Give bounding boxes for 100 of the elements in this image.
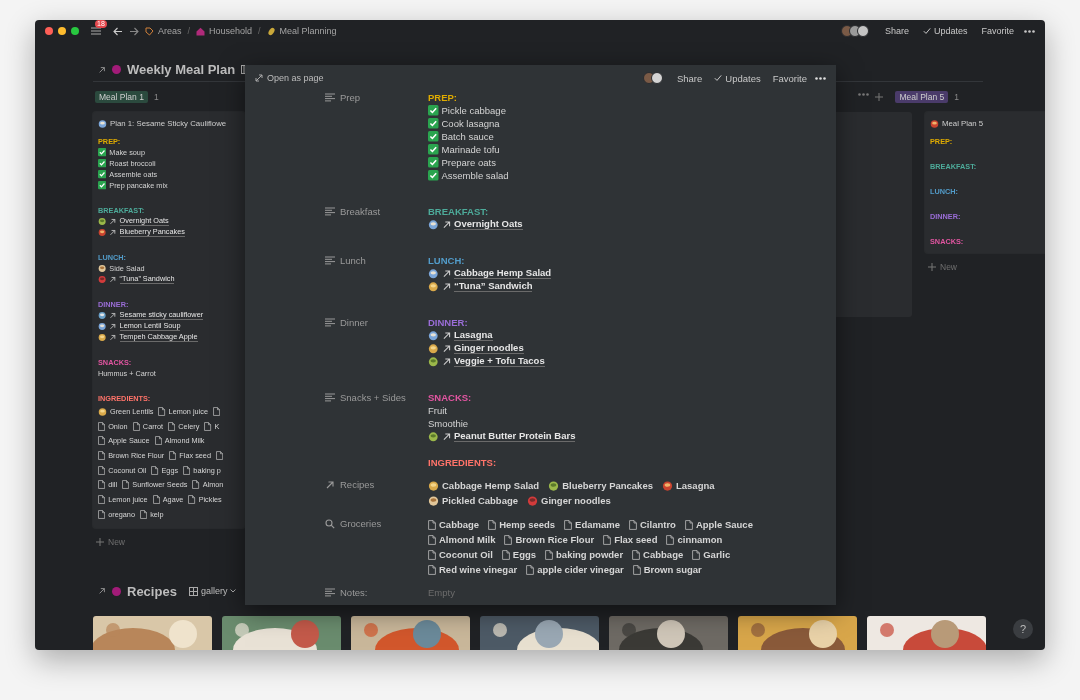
page-chip[interactable]: Cabbage Hemp Salad [428, 480, 540, 491]
page-chip[interactable]: Cabbage [428, 519, 480, 530]
dish-icon [98, 118, 107, 128]
page-chip[interactable]: Blueberry Pancakes [548, 480, 653, 491]
dish-icon [98, 228, 107, 237]
checkbox[interactable] [428, 170, 439, 181]
breadcrumb-link[interactable]: Meal Planning [266, 26, 337, 36]
document-icon [545, 549, 554, 560]
page-link[interactable]: Ginger noodles [454, 342, 524, 355]
document-icon [98, 436, 106, 446]
page-chip[interactable]: Eggs [501, 549, 537, 560]
page-chip[interactable]: apple cider vinegar [526, 564, 624, 575]
section-heading: DINNER: [428, 316, 469, 329]
close-button[interactable] [45, 27, 53, 35]
page-chip[interactable]: Edamame [564, 519, 620, 530]
plus-icon[interactable] [875, 93, 884, 101]
toolbar-button[interactable]: Updates [710, 72, 765, 84]
breadcrumb-link[interactable]: Household [196, 26, 253, 36]
forward-arrow-icon[interactable] [129, 26, 139, 36]
text-lines-icon [325, 207, 335, 216]
section-heading: INGREDIENTS: [428, 456, 498, 469]
document-icon [216, 450, 224, 460]
checkbox[interactable] [98, 170, 107, 179]
toolbar-button[interactable]: Share [672, 72, 707, 84]
checkbox[interactable] [428, 144, 439, 155]
page-chip[interactable]: Cabbage [632, 549, 684, 560]
arrow-icon [441, 219, 451, 230]
plus-icon[interactable] [96, 537, 104, 546]
page-icon [112, 586, 121, 596]
document-icon [212, 406, 221, 416]
page-link[interactable]: Overnight Oats [454, 218, 523, 231]
page-link[interactable]: Cabbage Hemp Salad [454, 267, 552, 280]
page-link[interactable]: “Tuna” Sandwich [454, 280, 533, 293]
board-card[interactable] [93, 112, 245, 528]
arrow-icon [441, 356, 451, 367]
toolbar-button[interactable]: Favorite [977, 26, 1018, 36]
checkbox[interactable] [428, 105, 439, 116]
page-chip[interactable]: Flax seed [603, 534, 658, 545]
toolbar-button[interactable]: Favorite [768, 72, 811, 84]
dish-icon [428, 431, 439, 442]
page-chip[interactable]: Lasagna [662, 480, 715, 491]
arrow-icon [98, 587, 106, 595]
page-chip[interactable]: Red wine vinegar [428, 564, 518, 575]
page-chip[interactable]: baking powder [545, 549, 624, 560]
open-as-page-button[interactable]: Open as page [255, 73, 324, 83]
page-chip[interactable] [212, 406, 221, 416]
document-icon [526, 564, 535, 575]
document-icon [98, 494, 106, 504]
page-chip[interactable]: Brown sugar [632, 564, 702, 575]
dish-icon [98, 406, 107, 416]
toolbar-button[interactable]: Share [880, 26, 913, 36]
page-chip[interactable]: Brown Rice Flour [504, 534, 595, 545]
minimize-button[interactable] [58, 27, 66, 35]
back-arrow-icon[interactable] [113, 26, 123, 36]
arrow-icon [109, 333, 117, 342]
toolbar-button[interactable]: Updates [918, 26, 972, 36]
checkbox[interactable] [428, 131, 439, 142]
zoom-button[interactable] [71, 27, 79, 35]
checkbox[interactable] [98, 181, 107, 190]
page-link[interactable]: Lasagna [454, 329, 493, 342]
page-chip[interactable] [216, 450, 224, 460]
page-chip[interactable]: Garlic [692, 549, 731, 560]
more-icon[interactable] [815, 76, 826, 80]
checkbox[interactable] [98, 159, 107, 168]
checkbox[interactable] [98, 148, 107, 157]
page-chip[interactable]: cinnamon [666, 534, 723, 545]
breadcrumb-separator: / [187, 26, 191, 36]
page-chip[interactable]: Ginger noodles [527, 495, 611, 506]
page-link[interactable]: Peanut Butter Protein Bars [454, 430, 576, 443]
document-icon [428, 534, 436, 545]
dish-icon [428, 219, 439, 230]
help-button[interactable]: ? [1013, 619, 1033, 639]
page-chip[interactable]: Pickled Cabbage [428, 495, 519, 506]
page-chip[interactable]: Coconut Oil [428, 549, 493, 560]
menu-icon[interactable] [91, 27, 101, 35]
todo-text: Batch sauce [441, 131, 494, 142]
dish-icon [548, 480, 560, 491]
checkbox[interactable] [428, 157, 439, 168]
more-icon[interactable] [1024, 29, 1035, 33]
checkbox[interactable] [428, 118, 439, 129]
arrow-icon [109, 311, 117, 320]
document-icon [488, 519, 497, 530]
breadcrumb-link[interactable]: Areas [145, 26, 182, 36]
plus-icon[interactable] [928, 263, 936, 271]
page-chip[interactable]: Apple Sauce [684, 519, 753, 530]
page-chip[interactable]: Cilantro [629, 519, 676, 530]
document-icon [98, 421, 106, 431]
dish-icon [98, 333, 107, 342]
dish-icon [98, 264, 107, 273]
page-chip[interactable]: Almond Milk [428, 534, 496, 545]
dish-icon [98, 217, 107, 226]
property-label: Notes: [340, 587, 368, 598]
avatar [840, 25, 853, 37]
document-icon [428, 549, 436, 560]
page-chip[interactable]: Hemp seeds [488, 519, 556, 530]
page-link[interactable]: Veggie + Tofu Tacos [454, 355, 545, 368]
view-switcher[interactable]: gallery [188, 586, 237, 596]
expand-icon [255, 74, 263, 82]
check-icon [714, 74, 723, 82]
group-tag: Meal Plan 1 [95, 91, 148, 103]
